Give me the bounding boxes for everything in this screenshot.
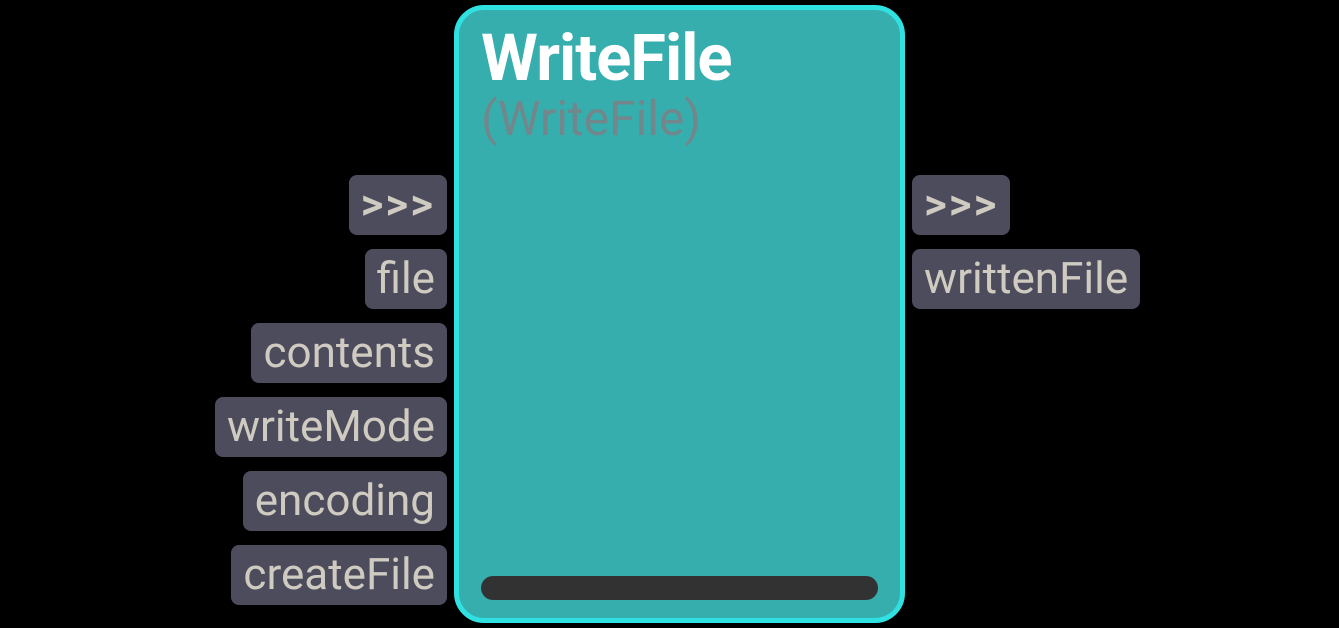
node-type: (WriteFile) — [481, 90, 878, 147]
input-port-encoding[interactable]: encoding — [243, 471, 447, 531]
input-port-contents[interactable]: contents — [251, 323, 447, 383]
node-graph-canvas[interactable]: >>> file contents writeMode encoding cre… — [0, 0, 1339, 628]
output-port-writtenfile[interactable]: writtenFile — [912, 249, 1140, 309]
input-ports-column: >>> file contents writeMode encoding cre… — [215, 175, 447, 605]
input-port-file[interactable]: file — [365, 249, 447, 309]
input-exec-port[interactable]: >>> — [349, 175, 447, 235]
node-footer-bar — [481, 576, 878, 600]
input-port-writemode[interactable]: writeMode — [215, 397, 447, 457]
output-exec-port[interactable]: >>> — [912, 175, 1010, 235]
node-title: WriteFile — [481, 24, 878, 92]
output-ports-column: >>> writtenFile — [912, 175, 1140, 309]
node-writefile[interactable]: WriteFile (WriteFile) — [454, 5, 905, 623]
input-port-createfile[interactable]: createFile — [231, 545, 447, 605]
